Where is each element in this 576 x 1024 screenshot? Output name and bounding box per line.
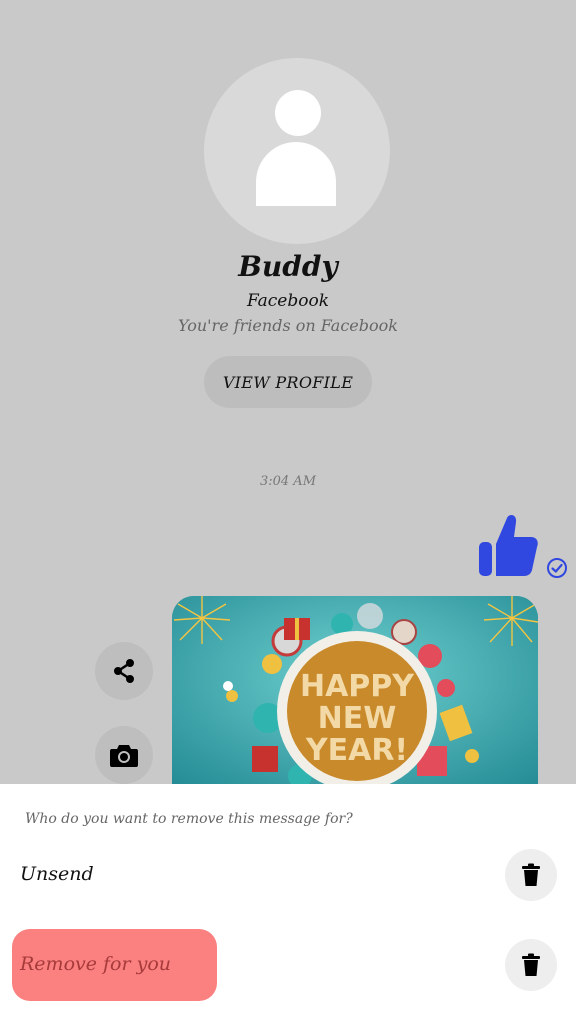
camera-icon xyxy=(110,745,138,767)
camera-button[interactable] xyxy=(95,726,153,784)
unsend-trash-button[interactable] xyxy=(505,849,557,901)
image-text-line-3: YEAR! xyxy=(305,733,408,768)
image-text-line-1: HAPPY xyxy=(300,669,415,704)
remove-message-sheet: Who do you want to remove this message f… xyxy=(0,784,576,1024)
new-year-image-message[interactable]: HAPPY NEW YEAR! xyxy=(172,596,538,796)
share-button[interactable] xyxy=(95,642,153,700)
contact-platform: Facebook xyxy=(246,291,329,311)
thumbs-up-icon[interactable] xyxy=(476,512,540,578)
remove-for-you-trash-button[interactable] xyxy=(505,939,557,991)
view-profile-button[interactable]: VIEW PROFILE xyxy=(204,356,372,408)
remove-question: Who do you want to remove this message f… xyxy=(25,811,353,827)
remove-for-you-label: Remove for you xyxy=(20,953,172,975)
profile-avatar[interactable] xyxy=(204,58,390,244)
check-circle-icon xyxy=(547,558,567,578)
remove-for-you-option[interactable]: Remove for you xyxy=(12,929,217,1001)
share-icon xyxy=(114,659,134,683)
unsend-option[interactable]: Unsend xyxy=(20,863,94,885)
trash-icon xyxy=(522,863,540,886)
default-avatar-icon xyxy=(275,90,321,136)
message-timestamp: 3:04 AM xyxy=(259,474,317,489)
trash-icon xyxy=(522,953,540,976)
contact-name: Buddy xyxy=(238,250,338,283)
image-text-line-2: NEW xyxy=(318,701,397,736)
friends-note: You're friends on Facebook xyxy=(178,316,398,335)
